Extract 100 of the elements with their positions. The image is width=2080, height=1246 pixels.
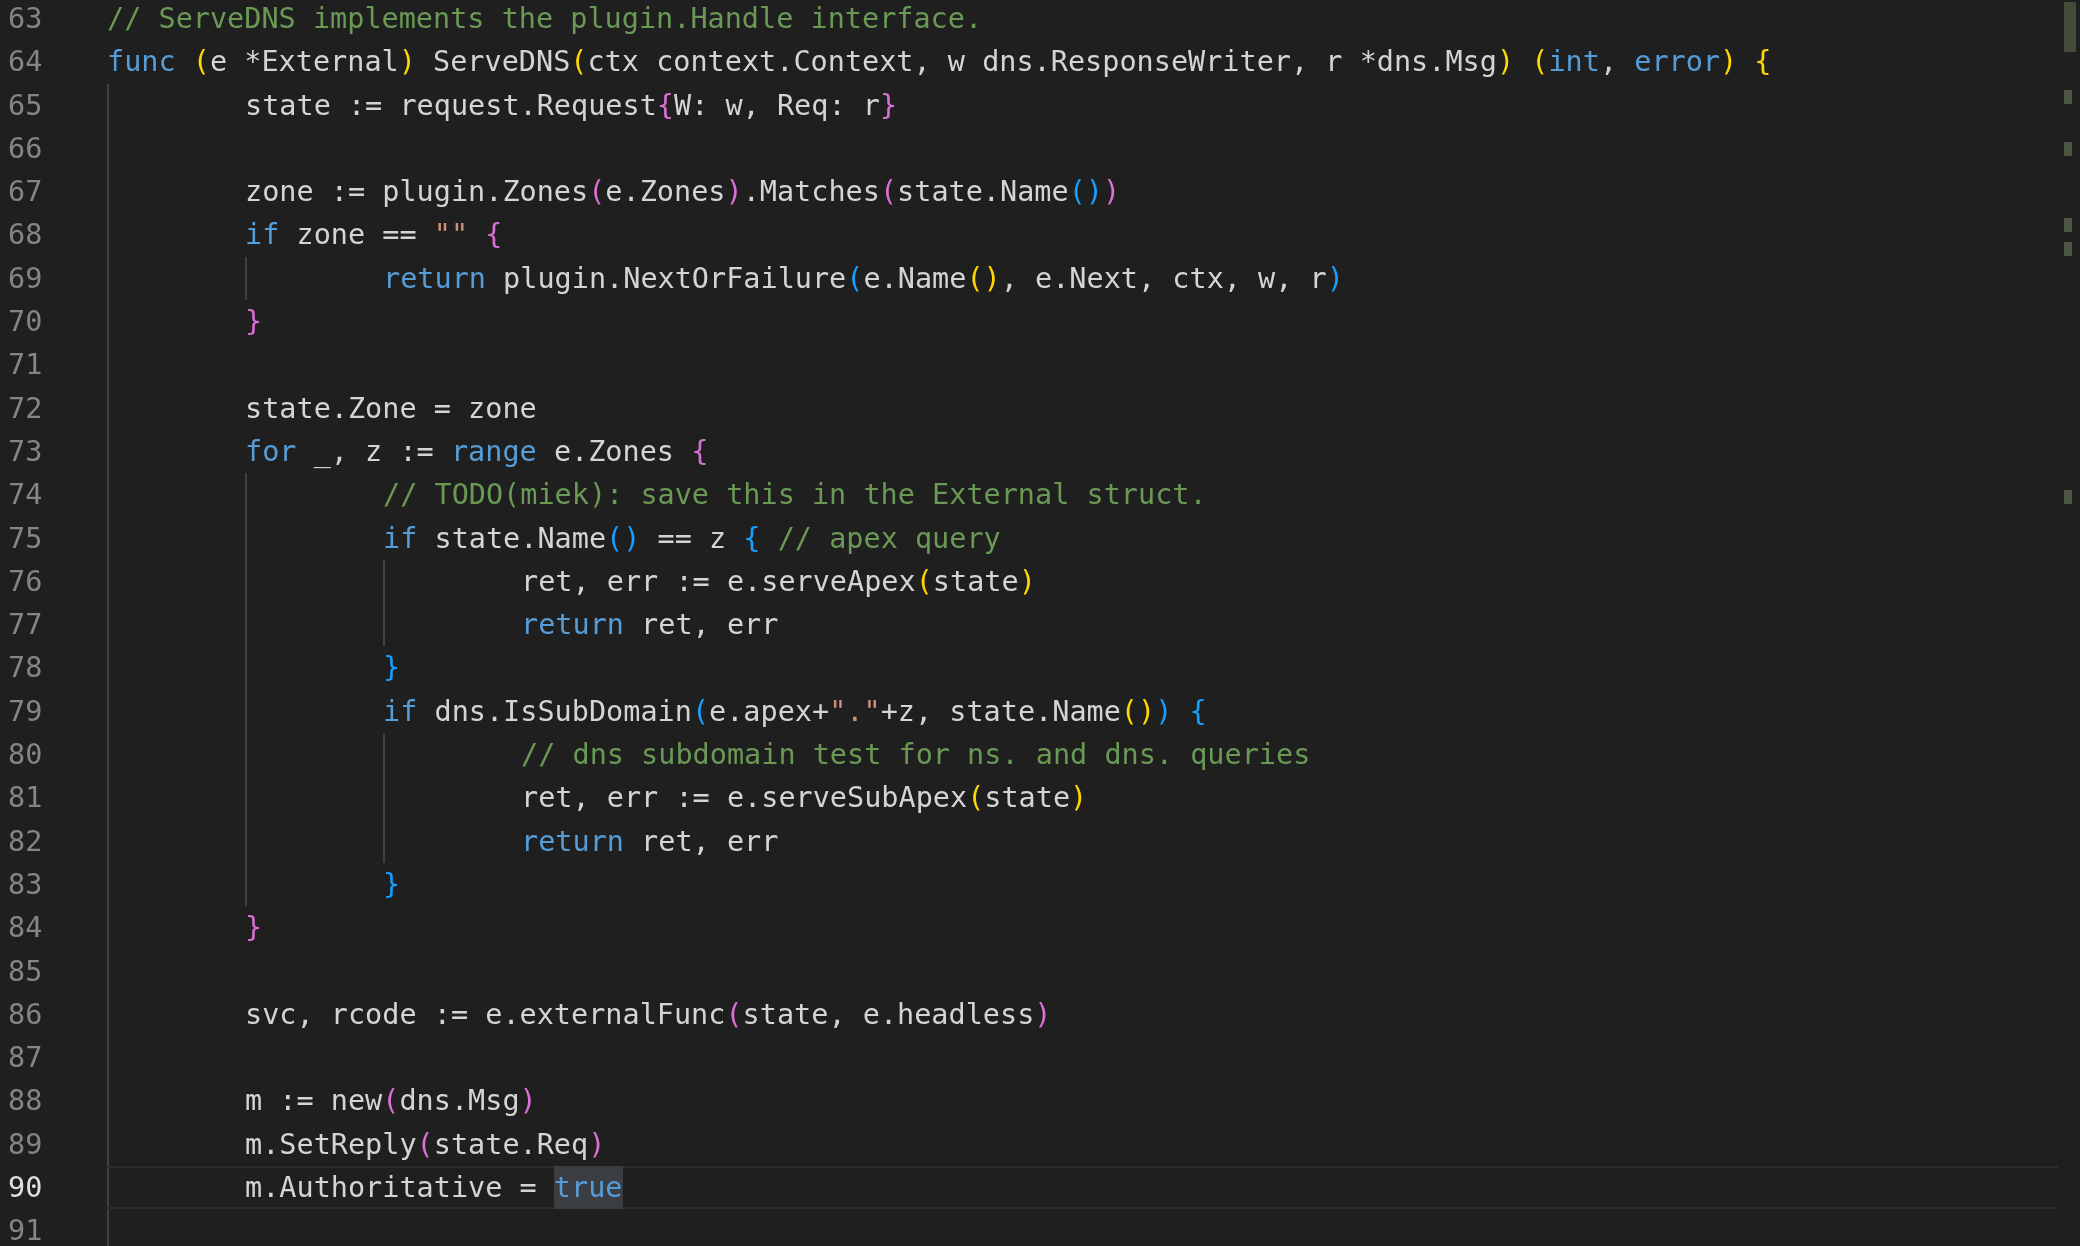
line-number: 82: [7, 823, 44, 860]
code-token: (: [588, 174, 606, 211]
code-token: for: [245, 433, 297, 470]
code-token: {: [1753, 44, 1772, 81]
code-token: // apex query: [776, 520, 1001, 557]
code-token: (): [966, 260, 1001, 297]
line-number: 86: [7, 996, 44, 1033]
code-token: (): [606, 520, 641, 557]
code-token: e.Zones: [552, 433, 674, 470]
code-token: +z, state.Name: [880, 693, 1121, 730]
code-token: {: [690, 433, 709, 470]
code-token: ): [1496, 44, 1515, 81]
code-token: return: [521, 607, 624, 644]
code-token: zone := plugin.Zones: [245, 174, 589, 211]
line-number: 71: [7, 347, 44, 384]
code-token: ): [1103, 174, 1121, 211]
code-token: int: [1548, 44, 1600, 81]
code-token: dns.IsSubDomain: [433, 693, 692, 730]
line-number: 85: [7, 953, 44, 990]
code-token: ): [1034, 996, 1052, 1033]
code-token: return: [521, 823, 624, 860]
code-token: ): [725, 174, 743, 211]
code-token: state: [984, 780, 1071, 817]
code-token: m.SetReply: [245, 1126, 417, 1163]
line-number: 77: [7, 607, 44, 644]
code-token: ret, err := e.serveSubApex: [521, 780, 968, 817]
code-token: (: [382, 1083, 400, 1120]
code-token: .Matches: [742, 174, 880, 211]
line-number: 75: [7, 520, 44, 557]
line-number: 80: [7, 737, 44, 774]
code-token: }: [879, 87, 898, 124]
code-token: {: [656, 87, 674, 124]
code-token: ): [519, 1083, 537, 1120]
line-number: 72: [7, 390, 44, 427]
line-number: 69: [7, 260, 44, 297]
code-token: e.Name: [863, 260, 967, 297]
code-token: state: [932, 563, 1019, 600]
line-number: 74: [7, 477, 44, 514]
code-token: func: [107, 44, 176, 81]
code-token: if: [245, 217, 280, 254]
code-token: ): [1070, 780, 1088, 817]
code-token: state, e.headless: [742, 996, 1035, 1033]
code-token: (: [846, 260, 864, 297]
code-token: e.Zones: [605, 174, 726, 211]
code-token: m.Authoritative =: [245, 1170, 538, 1206]
line-number: 88: [7, 1083, 44, 1120]
code-token: if: [383, 520, 418, 557]
code-token: W: w, Req: r: [674, 87, 880, 124]
code-token: ): [398, 44, 416, 81]
line-number: 87: [7, 1040, 44, 1077]
line-number: 79: [7, 693, 44, 730]
code-token: range: [450, 433, 537, 470]
code-token: "": [433, 217, 469, 254]
code-token: , e.Next, ctx, w, r: [1000, 260, 1327, 297]
code-token: (: [915, 563, 933, 600]
line-number: 76: [7, 563, 44, 600]
code-token: error: [1634, 44, 1720, 81]
line-number: 63: [7, 1, 44, 37]
code-token: }: [245, 304, 263, 341]
code-token: (: [1530, 44, 1549, 81]
line-number: 66: [7, 130, 44, 167]
code-token: (: [879, 174, 898, 211]
code-token: ctx context.Context, w dns.ResponseWriter, r *dns.Msg: [587, 44, 1497, 81]
line-number: 90: [7, 1170, 44, 1206]
code-token: return: [383, 260, 486, 297]
line-number: 67: [7, 174, 44, 211]
code-token: }: [383, 866, 401, 903]
code-token: (: [570, 44, 588, 81]
code-token: (): [1120, 693, 1156, 730]
code-token: {: [1188, 693, 1207, 730]
highlighted-word: true: [553, 1166, 623, 1210]
code-token: {: [484, 217, 503, 254]
line-number: 81: [7, 780, 44, 817]
line-number: 84: [7, 910, 44, 947]
code-token: dns.Msg: [399, 1083, 520, 1120]
code-token: {: [743, 520, 761, 557]
code-token: state := request.Request: [245, 87, 657, 124]
code-token: ret, err: [640, 823, 779, 860]
code-token: ".": [829, 693, 881, 730]
line-number: 68: [7, 217, 44, 254]
code-token: state.Req: [433, 1126, 589, 1163]
code-token: (): [1068, 174, 1103, 211]
code-token: state.Name: [433, 520, 607, 557]
code-token: state.Zone = zone: [245, 390, 537, 427]
code-token: // TODO(miek): save this in the External struct.: [383, 477, 1207, 514]
code-token: (: [416, 1126, 434, 1163]
line-number: 78: [7, 650, 44, 687]
code-token: // ServeDNS implements the plugin.Handle interface.: [107, 1, 983, 37]
code-token: (: [191, 44, 210, 81]
code-token: }: [383, 650, 401, 687]
code-token: }: [245, 910, 263, 947]
code-token: e *External: [209, 44, 399, 81]
code-token: ret, err := e.serveApex: [521, 563, 916, 600]
code-token: (: [691, 693, 710, 730]
line-number: 89: [7, 1126, 44, 1163]
code-token: ): [1018, 563, 1036, 600]
code-token: if: [383, 693, 418, 730]
code-token: ): [588, 1126, 606, 1163]
line-number: 65: [7, 87, 44, 124]
code-token: ret, err: [640, 607, 779, 644]
